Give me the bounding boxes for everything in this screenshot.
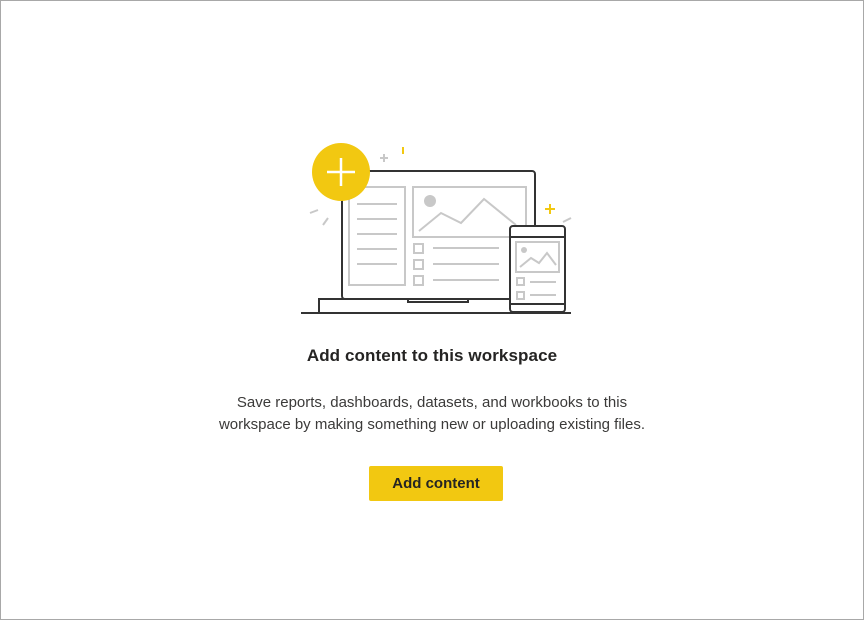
phone-icon xyxy=(509,225,566,313)
workspace-empty-panel: Add content to this workspace Save repor… xyxy=(0,0,864,620)
empty-state-description: Save reports, dashboards, datasets, and … xyxy=(1,392,863,436)
description-line: workspace by making something new or upl… xyxy=(218,416,646,433)
add-content-button[interactable]: Add content xyxy=(369,466,503,501)
empty-state-title: Add content to this workspace xyxy=(306,346,558,365)
devices-illustration xyxy=(301,143,572,314)
description-line: Save reports, dashboards, datasets, and … xyxy=(236,394,628,411)
plus-icon xyxy=(312,143,370,201)
